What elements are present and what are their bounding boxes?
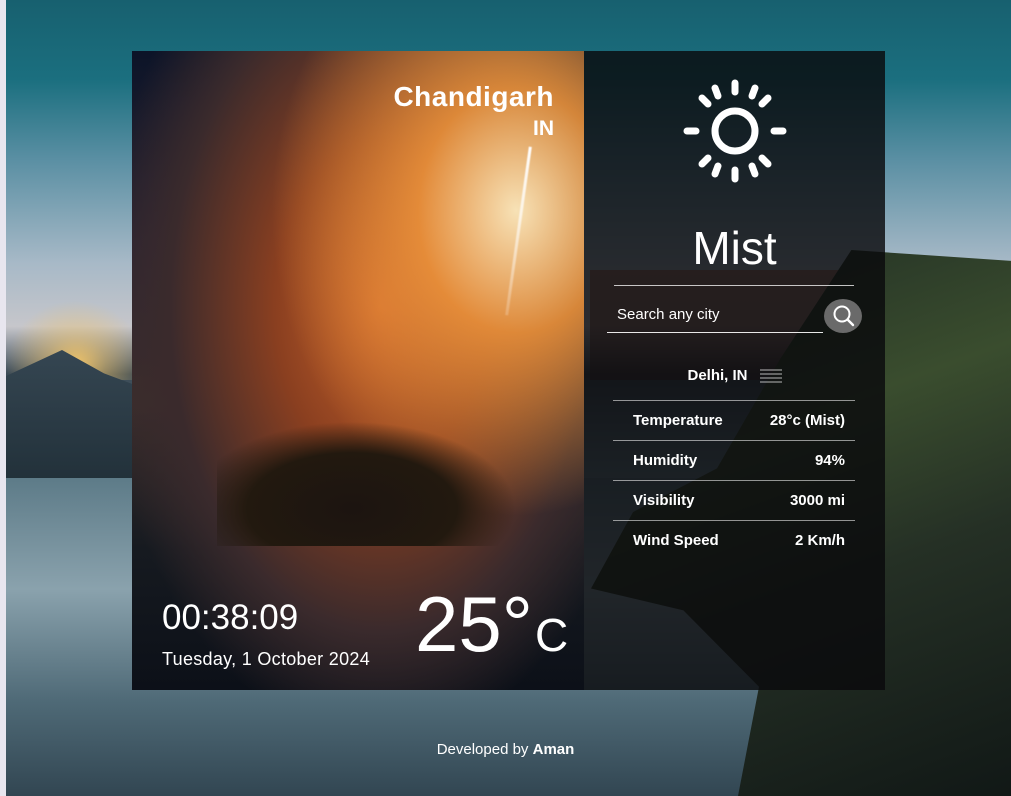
detail-value: 28°c (Mist) — [769, 411, 845, 429]
temperature-unit: C — [534, 609, 569, 661]
detail-label: Humidity — [633, 451, 698, 469]
footer: Developed by Aman — [0, 741, 1011, 758]
current-date: Tuesday, 1 October 2024 — [162, 649, 371, 669]
detail-value: 3000 mi — [789, 491, 845, 509]
detail-row-humidity: Humidity 94% — [613, 440, 855, 480]
detail-value: 94% — [814, 451, 845, 469]
country-code: IN — [533, 117, 554, 140]
footer-prefix: Developed by — [436, 741, 529, 758]
detail-value: 2 Km/h — [794, 531, 845, 549]
divider — [614, 285, 854, 286]
detail-label: Temperature — [633, 411, 723, 429]
details-panel: Mist Delhi, IN Temperature 28°c (Mist) H… — [584, 51, 885, 690]
city-panel: Chandigarh IN 00:38:09 Tuesday, 1 Octobe… — [132, 51, 584, 690]
details-title: Delhi, IN — [584, 367, 885, 384]
detail-row-wind-speed: Wind Speed 2 Km/h — [613, 520, 855, 560]
search-button[interactable] — [824, 299, 862, 333]
search-input[interactable] — [607, 297, 823, 333]
temperature-value: 25° — [415, 580, 533, 668]
weather-card: Chandigarh IN 00:38:09 Tuesday, 1 Octobe… — [132, 51, 885, 690]
island-image — [217, 421, 517, 546]
detail-row-visibility: Visibility 3000 mi — [613, 480, 855, 520]
flag-icon — [759, 369, 782, 384]
detail-label: Visibility — [633, 491, 695, 509]
city-name: Chandigarh — [393, 81, 554, 112]
details-location: Delhi, IN — [687, 367, 748, 384]
sun-icon — [683, 79, 787, 183]
current-time: 00:38:09 — [162, 598, 299, 637]
lightning-image — [505, 146, 532, 316]
location-block: Chandigarh IN — [393, 81, 554, 141]
search-icon — [833, 305, 855, 327]
footer-author: Aman — [532, 741, 575, 758]
current-temperature: 25°C — [415, 585, 568, 663]
detail-row-temperature: Temperature 28°c (Mist) — [613, 400, 855, 440]
search-bar — [607, 297, 862, 335]
weather-condition: Mist — [692, 222, 777, 274]
detail-label: Wind Speed — [633, 531, 719, 549]
